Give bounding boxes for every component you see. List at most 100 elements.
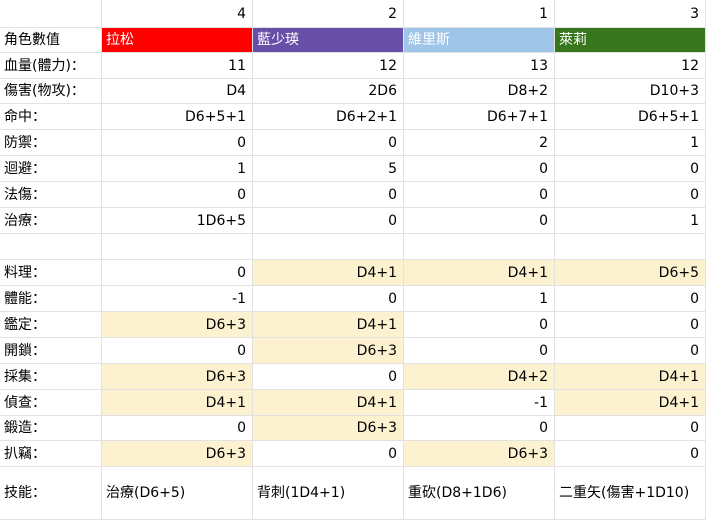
stat-value-cell[interactable]: D6+5 (555, 260, 706, 286)
row-label-cell[interactable]: 迴避： (0, 156, 102, 182)
stat-value-cell[interactable]: 0 (555, 441, 706, 467)
stat-value-cell[interactable]: D6+3 (253, 416, 404, 441)
stat-value-cell[interactable]: 13 (404, 53, 555, 79)
stat-value-cell[interactable]: 1 (555, 130, 706, 156)
stat-value-cell[interactable]: 0 (404, 208, 555, 234)
rank-number-cell[interactable]: 2 (253, 0, 404, 28)
corner-cell[interactable] (0, 0, 102, 28)
stat-value-cell[interactable]: 2 (404, 130, 555, 156)
stat-value-cell[interactable]: D6+3 (102, 441, 253, 467)
stat-value-cell[interactable]: 0 (404, 156, 555, 182)
stat-value-cell[interactable]: 1 (102, 156, 253, 182)
stat-value-cell[interactable]: 0 (555, 286, 706, 312)
stat-value-cell[interactable]: D6+3 (102, 312, 253, 338)
stat-value-cell[interactable] (102, 234, 253, 260)
character-name-cell[interactable]: 拉松 (102, 28, 253, 53)
stat-value-cell[interactable]: 0 (404, 182, 555, 208)
stat-value-cell[interactable]: 0 (102, 182, 253, 208)
stat-value-cell[interactable]: D4+1 (555, 390, 706, 416)
character-column-4: 3 萊莉 12 D10+3 D6+5+1 1 0 0 1 D6+5 0 0 0 D4+1 D4+1 0 0 二重矢… (555, 0, 706, 520)
stat-value-cell[interactable]: 0 (555, 338, 706, 364)
stat-value-cell[interactable]: D10+3 (555, 79, 706, 104)
stat-value-cell[interactable]: 0 (253, 130, 404, 156)
row-label-cell[interactable]: 體能： (0, 286, 102, 312)
stat-value-cell[interactable]: 1 (404, 286, 555, 312)
stat-value-cell[interactable]: 0 (253, 364, 404, 390)
stat-value-cell[interactable] (404, 234, 555, 260)
row-label-cell[interactable]: 治療： (0, 208, 102, 234)
stat-value-cell[interactable] (253, 234, 404, 260)
stat-value-cell[interactable]: 12 (555, 53, 706, 79)
stat-value-cell[interactable]: 0 (404, 338, 555, 364)
stat-value-cell[interactable]: D4+1 (555, 364, 706, 390)
stat-value-cell[interactable]: D6+2+1 (253, 104, 404, 130)
stat-value-cell[interactable]: 5 (253, 156, 404, 182)
row-label-cell[interactable]: 開鎖： (0, 338, 102, 364)
character-column-3: 1 維里斯 13 D8+2 D6+7+1 2 0 0 0 D4+1 1 0 0 D4+2 -1 0 D6+3 重砍… (404, 0, 555, 520)
stat-value-cell[interactable]: 0 (404, 312, 555, 338)
stat-value-cell[interactable]: D4+1 (253, 390, 404, 416)
stat-value-cell[interactable]: D4 (102, 79, 253, 104)
stat-value-cell[interactable]: 2D6 (253, 79, 404, 104)
skill-cell[interactable]: 治療(D6+5) (102, 467, 253, 520)
stat-value-cell[interactable]: 0 (253, 208, 404, 234)
stat-value-cell[interactable]: 11 (102, 53, 253, 79)
skill-cell[interactable]: 背刺(1D4+1) (253, 467, 404, 520)
skill-cell[interactable]: 重砍(D8+1D6) (404, 467, 555, 520)
stat-value-cell[interactable]: 0 (404, 416, 555, 441)
stat-value-cell[interactable]: 0 (253, 286, 404, 312)
row-label-cell[interactable]: 法傷： (0, 182, 102, 208)
header-label-cell[interactable]: 角色數值 (0, 28, 102, 53)
stat-value-cell[interactable]: D4+1 (102, 390, 253, 416)
row-label-cell[interactable]: 採集： (0, 364, 102, 390)
row-label-cell[interactable]: 命中： (0, 104, 102, 130)
rank-number-cell[interactable]: 1 (404, 0, 555, 28)
stat-value-cell[interactable]: D4+1 (404, 260, 555, 286)
stat-value-cell[interactable] (555, 234, 706, 260)
character-name-cell[interactable]: 藍少瑛 (253, 28, 404, 53)
stat-value-cell[interactable]: 0 (102, 260, 253, 286)
row-label-cell[interactable]: 傷害(物攻)： (0, 79, 102, 104)
rank-number-cell[interactable]: 3 (555, 0, 706, 28)
stat-value-cell[interactable]: -1 (102, 286, 253, 312)
stat-value-cell[interactable]: D4+1 (253, 260, 404, 286)
stat-value-cell[interactable]: 12 (253, 53, 404, 79)
stat-value-cell[interactable]: D6+3 (404, 441, 555, 467)
stat-value-cell[interactable]: D8+2 (404, 79, 555, 104)
stat-value-cell[interactable]: 0 (253, 441, 404, 467)
row-label-cell[interactable]: 鍛造： (0, 416, 102, 441)
row-label-cell[interactable]: 扒竊： (0, 441, 102, 467)
stat-value-cell[interactable]: -1 (404, 390, 555, 416)
stat-value-cell[interactable]: D6+3 (102, 364, 253, 390)
character-column-2: 2 藍少瑛 12 2D6 D6+2+1 0 5 0 0 D4+1 0 D4+1 D6+3 0 D4+1 D6+… (253, 0, 404, 520)
stat-value-cell[interactable]: 0 (253, 182, 404, 208)
row-label-cell[interactable]: 鑑定： (0, 312, 102, 338)
row-label-cell[interactable]: 料理： (0, 260, 102, 286)
stat-value-cell[interactable]: D6+7+1 (404, 104, 555, 130)
stat-value-cell[interactable]: D4+1 (253, 312, 404, 338)
row-label-cell[interactable]: 血量(體力)： (0, 53, 102, 79)
row-label-cell[interactable]: 技能： (0, 467, 102, 520)
stat-value-cell[interactable]: D4+2 (404, 364, 555, 390)
stat-value-cell[interactable]: 0 (102, 338, 253, 364)
spacer-label-cell[interactable] (0, 234, 102, 260)
character-column-1: 4 拉松 11 D4 D6+5+1 0 1 0 1D6+5 0 -1 D6+3 0 D6+3 D4+1 0 D6… (102, 0, 253, 520)
row-label-cell[interactable]: 偵查： (0, 390, 102, 416)
character-stat-sheet: 角色數值 血量(體力)： 傷害(物攻)： 命中： 防禦： 迴避： 法傷： 治療： 料理： 體能：鑑… (0, 0, 706, 520)
character-name-cell[interactable]: 萊莉 (555, 28, 706, 53)
stat-value-cell[interactable]: 1D6+5 (102, 208, 253, 234)
stat-value-cell[interactable]: D6+3 (253, 338, 404, 364)
stat-value-cell[interactable]: 1 (555, 208, 706, 234)
stat-value-cell[interactable]: 0 (102, 416, 253, 441)
stat-value-cell[interactable]: D6+5+1 (102, 104, 253, 130)
stat-value-cell[interactable]: 0 (555, 416, 706, 441)
character-name-cell[interactable]: 維里斯 (404, 28, 555, 53)
stat-value-cell[interactable]: D6+5+1 (555, 104, 706, 130)
stat-value-cell[interactable]: 0 (555, 312, 706, 338)
skill-cell[interactable]: 二重矢(傷害+1D10) (555, 467, 706, 520)
rank-number-cell[interactable]: 4 (102, 0, 253, 28)
row-label-cell[interactable]: 防禦： (0, 130, 102, 156)
stat-value-cell[interactable]: 0 (555, 182, 706, 208)
stat-value-cell[interactable]: 0 (555, 156, 706, 182)
stat-value-cell[interactable]: 0 (102, 130, 253, 156)
